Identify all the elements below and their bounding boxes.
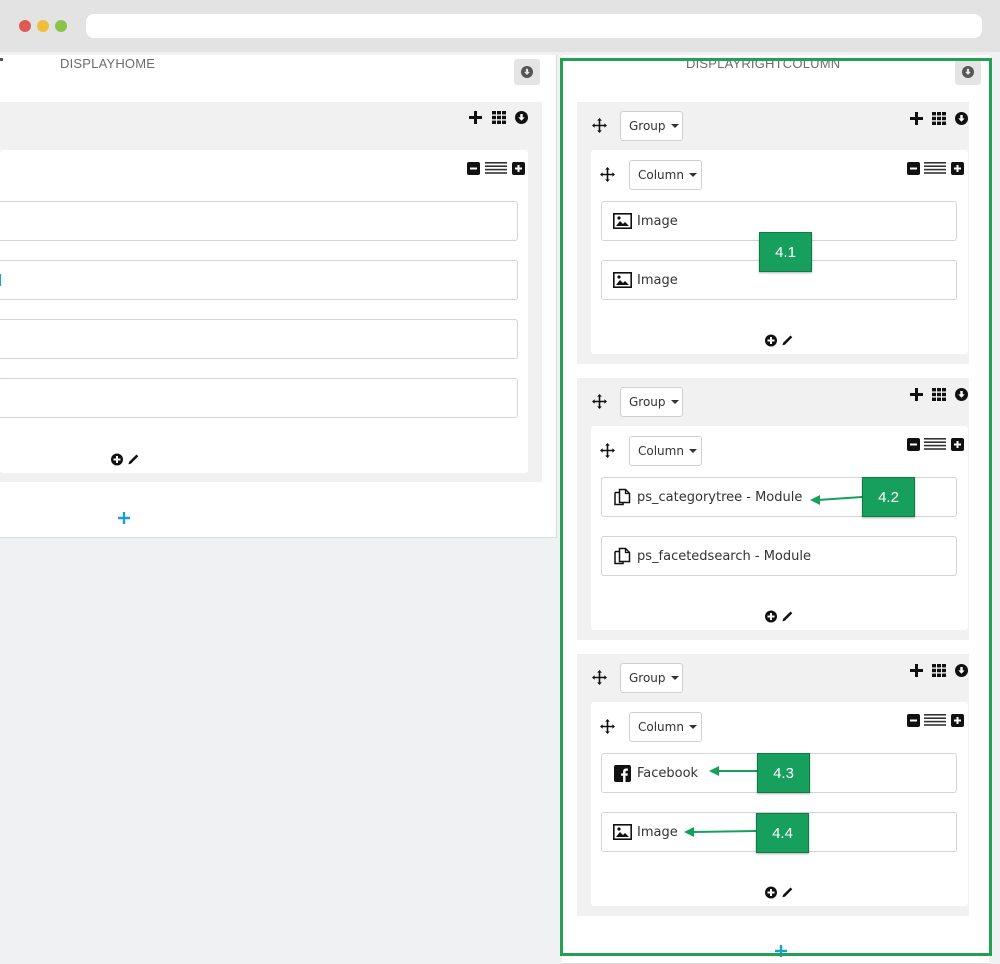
module-row[interactable] [0,201,518,241]
minus-square-icon[interactable] [906,713,920,727]
plus-square-icon[interactable] [950,161,964,175]
minimize-window-dot[interactable] [37,20,49,32]
callout-badge: 4.2 [862,477,915,517]
group-block [0,102,542,482]
hook-panel-displayhome: DISPLAYHOME [0,55,557,538]
move-arrows-icon[interactable] [599,166,615,182]
add-group-plus-icon[interactable] [117,511,131,525]
plus-icon[interactable] [909,111,923,125]
minus-square-icon[interactable] [906,161,920,175]
grid-icon[interactable] [931,111,946,125]
group-dropdown[interactable]: Group [620,387,683,417]
column-block [0,150,528,473]
grid-icon[interactable] [491,110,506,124]
download-circle-icon[interactable] [954,387,968,401]
module-copy-icon [612,488,632,506]
column-block: Column ps_categorytree - Module ps_facet… [591,426,968,630]
module-row[interactable] [0,319,518,359]
download-circle-icon[interactable] [954,111,968,125]
column-dropdown[interactable]: Column [629,160,702,190]
column-dropdown[interactable]: Column [629,712,702,742]
grid-icon[interactable] [931,387,946,401]
plus-square-icon[interactable] [950,437,964,451]
minus-square-icon[interactable] [906,437,920,451]
column-block: Column Facebook Image [591,702,968,906]
caret-down-icon [688,725,697,729]
add-edit-module-icons[interactable] [764,609,794,623]
caret-down-icon [688,173,697,177]
minus-square-icon[interactable] [466,161,480,175]
add-edit-module-icons[interactable] [764,333,794,347]
move-arrows-icon[interactable] [591,393,607,409]
image-icon [612,212,632,230]
add-edit-module-icons[interactable] [110,452,140,466]
callout-badge: 4.3 [757,753,810,793]
move-arrows-icon[interactable] [591,117,607,133]
hook-toggle-button[interactable] [514,59,540,85]
plus-icon[interactable] [909,663,923,677]
width-lines-icon[interactable] [484,161,508,175]
browser-chrome [0,0,1000,52]
cut-off-edge-mark [0,58,3,61]
width-lines-icon[interactable] [923,437,947,451]
hook-title: DISPLAYRIGHTCOLUMN [686,56,841,71]
width-lines-icon[interactable] [923,713,947,727]
caret-down-icon [670,676,679,680]
plus-square-icon[interactable] [950,713,964,727]
facebook-icon [612,764,632,782]
cursor-marker [0,274,1,286]
module-row[interactable]: ps_facetedsearch - Module [601,536,957,576]
callout-badge: 4.4 [756,813,809,853]
plus-icon[interactable] [909,387,923,401]
column-dropdown[interactable]: Column [629,436,702,466]
image-icon [612,271,632,289]
address-bar[interactable] [86,14,982,38]
module-copy-icon [612,547,632,565]
caret-down-icon [670,124,679,128]
caret-down-icon [670,400,679,404]
add-edit-module-icons[interactable] [764,885,794,899]
download-circle-icon[interactable] [514,110,528,124]
width-lines-icon[interactable] [923,161,947,175]
image-icon [612,823,632,841]
module-row[interactable] [0,378,518,418]
move-arrows-icon[interactable] [591,669,607,685]
add-group-plus-icon[interactable] [774,944,788,958]
close-window-dot[interactable] [19,20,31,32]
move-arrows-icon[interactable] [599,442,615,458]
plus-square-icon[interactable] [511,161,525,175]
hook-toggle-button[interactable] [955,59,981,85]
group-dropdown[interactable]: Group [620,663,683,693]
plus-icon[interactable] [468,110,482,124]
download-circle-icon[interactable] [954,663,968,677]
hook-title: DISPLAYHOME [60,56,156,71]
move-arrows-icon[interactable] [599,718,615,734]
grid-icon[interactable] [931,663,946,677]
module-row[interactable] [0,260,518,300]
caret-down-icon [688,449,697,453]
maximize-window-dot[interactable] [55,20,67,32]
callout-badge: 4.1 [759,232,812,272]
group-dropdown[interactable]: Group [620,111,683,141]
